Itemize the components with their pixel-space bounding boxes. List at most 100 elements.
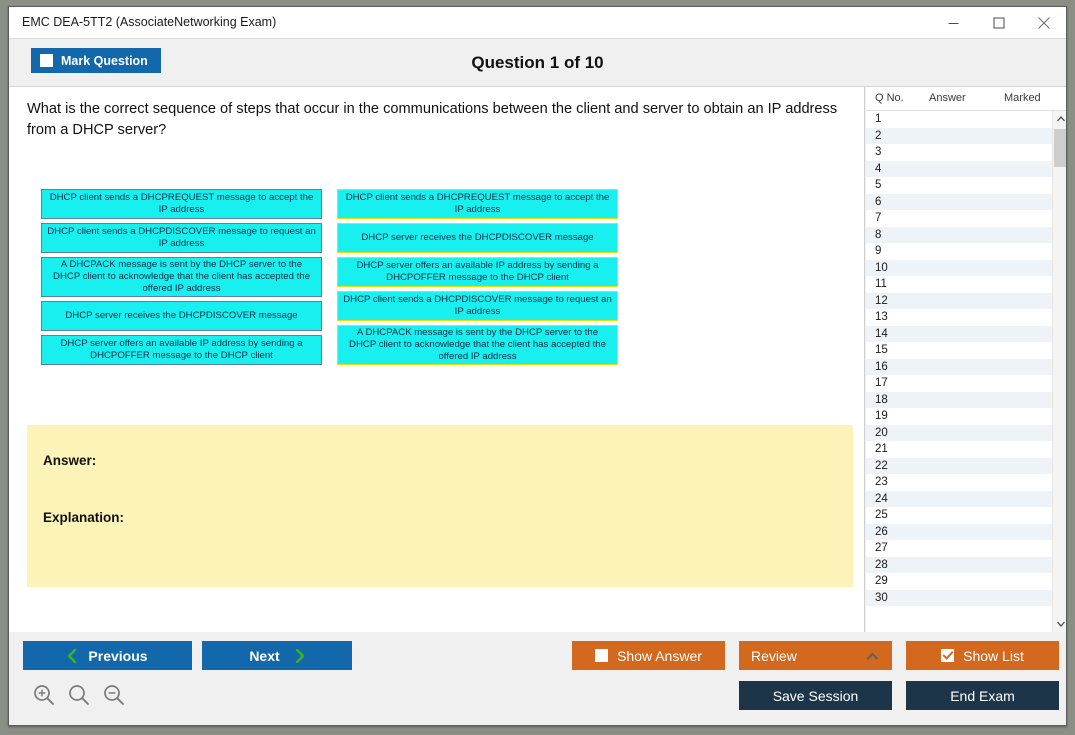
chevron-up-icon	[867, 652, 878, 659]
question-row-number: 9	[875, 245, 882, 257]
option-box[interactable]: DHCP server offers an available IP addre…	[41, 335, 322, 365]
question-content-area: What is the correct sequence of steps th…	[9, 87, 865, 632]
chevron-up-icon[interactable]	[1053, 111, 1066, 127]
option-box[interactable]: DHCP client sends a DHCPDISCOVER message…	[41, 223, 322, 253]
question-list-panel: Q No. Answer Marked 1 2 3 4 5 6 7 8 9 10 11 12 13 14 1…	[866, 87, 1066, 632]
question-list-row[interactable]: 9	[866, 243, 1052, 260]
question-row-number: 27	[875, 542, 888, 554]
question-row-number: 2	[875, 129, 882, 142]
question-list-row[interactable]: 8	[866, 226, 1052, 243]
question-list-row[interactable]: 22	[866, 457, 1052, 474]
explanation-label: Explanation:	[43, 510, 125, 525]
end-exam-button[interactable]: End Exam	[906, 681, 1059, 710]
question-list-row[interactable]: 27	[866, 540, 1052, 557]
question-row-number: 6	[875, 195, 882, 208]
question-list-row[interactable]: 19	[866, 408, 1052, 425]
question-list-rows[interactable]: 1 2 3 4 5 6 7 8 9 10 11 12 13 14 15 16 17 18 19 20 21 22 23 24 2…	[866, 111, 1052, 632]
close-icon[interactable]	[1021, 7, 1066, 38]
next-button[interactable]: Next	[202, 641, 352, 670]
question-list-row[interactable]: 17	[866, 375, 1052, 392]
question-row-number: 25	[875, 509, 888, 521]
question-list-row[interactable]: 23	[866, 474, 1052, 491]
show-list-checkbox[interactable]	[941, 649, 955, 662]
option-box-label: A DHCPACK message is sent by the DHCP se…	[349, 326, 606, 363]
question-row-number: 24	[875, 492, 888, 505]
question-row-number: 30	[875, 591, 888, 604]
question-list-row[interactable]: 7	[866, 210, 1052, 227]
option-box-label: DHCP client sends a DHCPREQUEST message …	[49, 191, 314, 215]
question-list-row[interactable]: 5	[866, 177, 1052, 194]
mark-question-label: Mark Question	[61, 53, 148, 68]
zoom-tools	[31, 682, 127, 708]
mark-question-button[interactable]: Mark Question	[31, 48, 161, 73]
minimize-icon[interactable]	[931, 7, 976, 38]
column-header-qno: Q No.	[875, 92, 904, 104]
question-row-number: 14	[875, 327, 888, 340]
mark-question-checkbox[interactable]	[40, 54, 53, 67]
question-list-row[interactable]: 12	[866, 292, 1052, 309]
chevron-left-icon	[68, 648, 77, 663]
option-box[interactable]: A DHCPACK message is sent by the DHCP se…	[337, 325, 618, 365]
question-list-header: Q No. Answer Marked	[866, 87, 1066, 111]
save-session-label: Save Session	[772, 687, 859, 704]
previous-button[interactable]: Previous	[23, 641, 192, 670]
question-list-row[interactable]: 28	[866, 556, 1052, 573]
question-row-number: 16	[875, 360, 888, 373]
exam-window: EMC DEA-5TT2 (AssociateNetworking Exam) …	[8, 6, 1067, 726]
question-list-row[interactable]: 1	[866, 111, 1052, 128]
review-label: Review	[751, 647, 797, 664]
zoom-in-icon[interactable]	[31, 682, 57, 708]
maximize-icon[interactable]	[976, 7, 1021, 38]
question-row-number: 26	[875, 525, 888, 538]
question-list-row[interactable]: 15	[866, 342, 1052, 359]
question-row-number: 3	[875, 146, 882, 158]
question-row-number: 8	[875, 228, 882, 241]
question-list-row[interactable]: 11	[866, 276, 1052, 293]
question-list-row[interactable]: 6	[866, 193, 1052, 210]
question-list-row[interactable]: 21	[866, 441, 1052, 458]
save-session-button[interactable]: Save Session	[739, 681, 892, 710]
question-list-row[interactable]: 16	[866, 358, 1052, 375]
show-list-button[interactable]: Show List	[906, 641, 1059, 670]
search-icon[interactable]	[66, 682, 92, 708]
chevron-down-icon[interactable]	[1053, 616, 1066, 632]
option-box[interactable]: DHCP client sends a DHCPREQUEST message …	[337, 189, 618, 219]
option-box-label: DHCP client sends a DHCPDISCOVER message…	[47, 225, 316, 249]
exam-header-bar: Mark Question Question 1 of 10	[9, 39, 1066, 87]
option-box[interactable]: DHCP client sends a DHCPREQUEST message …	[41, 189, 322, 219]
option-box[interactable]: A DHCPACK message is sent by the DHCP se…	[41, 257, 322, 297]
review-dropdown[interactable]: Review	[739, 641, 892, 670]
question-list-row[interactable]: 29	[866, 573, 1052, 590]
show-answer-button[interactable]: Show Answer	[572, 641, 725, 670]
question-list-scrollbar[interactable]	[1052, 111, 1066, 632]
zoom-out-icon[interactable]	[101, 682, 127, 708]
question-row-number: 1	[875, 113, 882, 125]
option-box-label: DHCP client sends a DHCPREQUEST message …	[345, 191, 610, 215]
option-box[interactable]: DHCP client sends a DHCPDISCOVER message…	[337, 291, 618, 321]
question-row-number: 7	[875, 212, 882, 224]
question-row-number: 4	[875, 162, 882, 175]
question-list-row[interactable]: 3	[866, 144, 1052, 161]
question-row-number: 17	[875, 377, 888, 389]
question-row-number: 12	[875, 294, 888, 307]
question-list-row[interactable]: 18	[866, 391, 1052, 408]
option-box[interactable]: DHCP server receives the DHCPDISCOVER me…	[41, 301, 322, 331]
question-list-row[interactable]: 13	[866, 309, 1052, 326]
scrollbar-thumb[interactable]	[1054, 129, 1066, 167]
question-list-row[interactable]: 10	[866, 259, 1052, 276]
question-list-row[interactable]: 24	[866, 490, 1052, 507]
question-list-row[interactable]: 20	[866, 424, 1052, 441]
question-row-number: 5	[875, 179, 882, 191]
question-list-row[interactable]: 26	[866, 523, 1052, 540]
option-box[interactable]: DHCP server receives the DHCPDISCOVER me…	[337, 223, 618, 253]
question-row-number: 21	[875, 443, 888, 455]
chevron-right-icon	[295, 648, 304, 663]
question-list-row[interactable]: 4	[866, 160, 1052, 177]
question-list-row[interactable]: 2	[866, 127, 1052, 144]
options-answer-column: DHCP client sends a DHCPREQUEST message …	[337, 189, 618, 369]
option-box[interactable]: DHCP server offers an available IP addre…	[337, 257, 618, 287]
show-answer-checkbox[interactable]	[595, 649, 609, 662]
question-list-row[interactable]: 30	[866, 589, 1052, 606]
question-list-row[interactable]: 14	[866, 325, 1052, 342]
question-list-row[interactable]: 25	[866, 507, 1052, 524]
